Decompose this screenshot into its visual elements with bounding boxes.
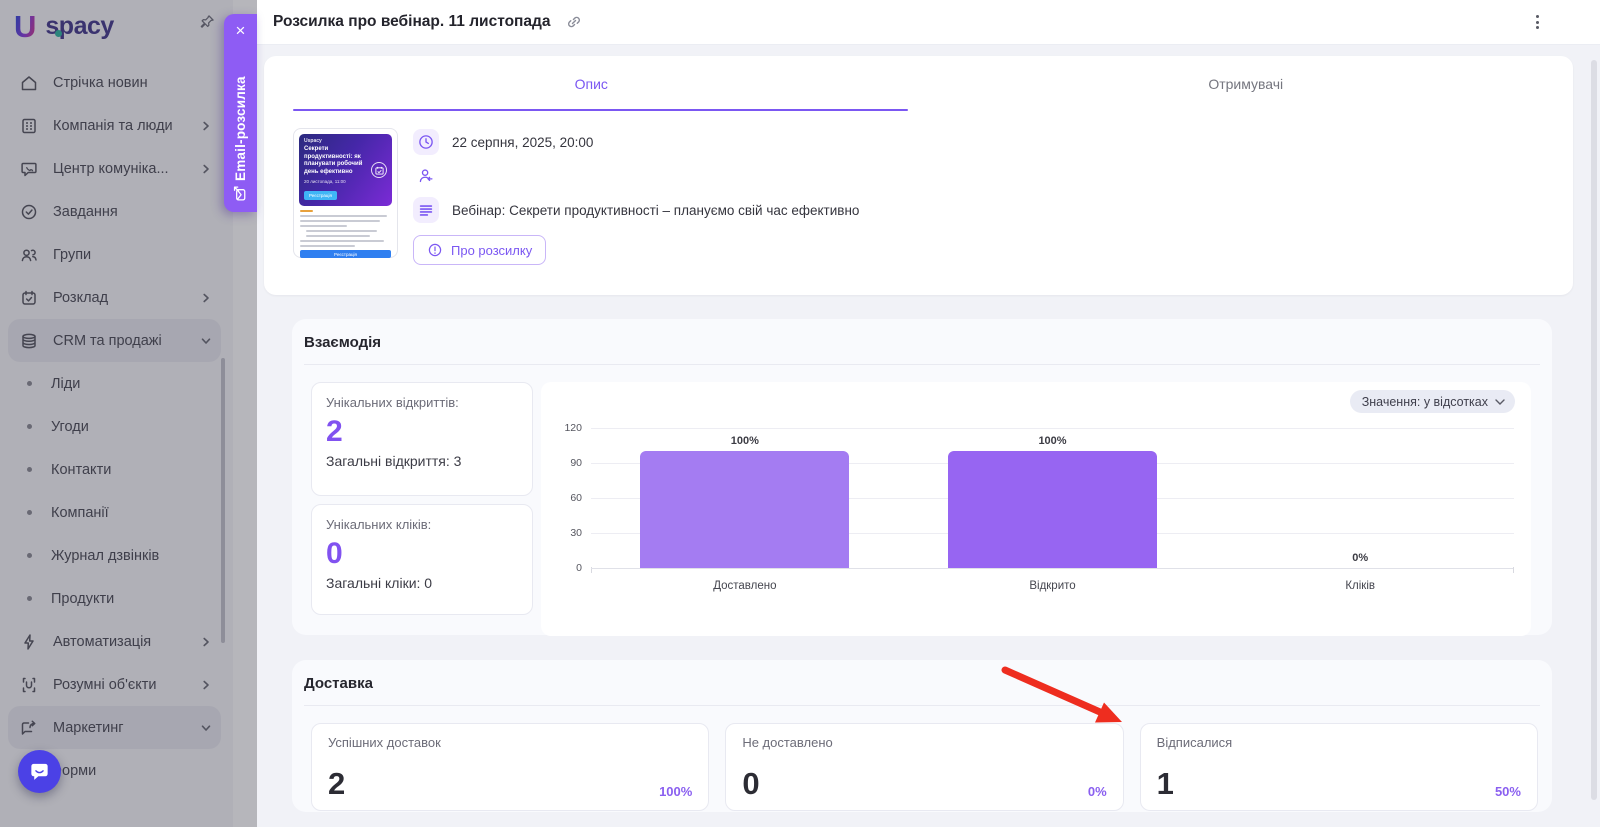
email-preview-thumbnail[interactable]: Uspacy Секрети продуктивності: як планув… xyxy=(293,128,398,258)
email-preview-hero: Uspacy Секрети продуктивності: як планув… xyxy=(299,134,392,206)
preview-title: Секрети продуктивності: як планувати роб… xyxy=(304,146,367,176)
tab-description[interactable]: Опис xyxy=(264,56,919,111)
delivered-percent: 100% xyxy=(659,784,692,799)
delivery-section: Доставка Успішних доставок 2 100% Не дос… xyxy=(292,660,1552,812)
unique-clicks-value: 0 xyxy=(326,539,518,569)
chart-bar[interactable] xyxy=(640,451,849,568)
chat-icon xyxy=(28,760,51,783)
email-tab-label: Email-розсилка xyxy=(233,47,248,181)
about-campaign-label: Про розсилку xyxy=(451,243,532,258)
more-actions-button[interactable] xyxy=(1532,11,1543,33)
unique-clicks-card: Унікальних кліків: 0 Загальні кліки: 0 xyxy=(311,504,533,615)
interaction-chart-card: Значення: у відсотках 0306090120100%100%… xyxy=(541,382,1531,636)
panel-header: Розсилка про вебінар. 11 листопада xyxy=(257,0,1600,45)
panel-body: Опис Отримувачі Uspacy Секрети продуктив… xyxy=(264,45,1573,812)
chart-bar[interactable] xyxy=(948,451,1157,568)
campaign-info: Uspacy Секрети продуктивності: як планув… xyxy=(264,111,1573,265)
x-axis-label: Кліків xyxy=(1206,580,1514,592)
total-clicks: Загальні кліки: 0 xyxy=(326,575,518,591)
chart-plot: 0306090120100%100%0% xyxy=(591,428,1514,568)
email-preview-body: Реєстрація xyxy=(299,206,392,258)
email-campaign-tab-handle[interactable]: × Email-розсилка xyxy=(224,14,257,212)
bar-slot: 0% xyxy=(1206,428,1514,568)
y-axis-tick: 30 xyxy=(570,527,582,539)
sent-datetime: 22 серпня, 2025, 20:00 xyxy=(452,135,593,150)
bar-slot: 100% xyxy=(899,428,1207,568)
unsubscribed-card: Відписалися 1 50% xyxy=(1140,723,1538,811)
delivered-card: Успішних доставок 2 100% xyxy=(311,723,709,811)
preview-cta-button: Реєстрація xyxy=(304,191,337,200)
values-unit-dropdown[interactable]: Значення: у відсотках xyxy=(1350,390,1515,413)
values-unit-label: Значення: у відсотках xyxy=(1362,395,1488,409)
delivery-title: Доставка xyxy=(304,660,1540,705)
interaction-stats: Унікальних відкриттів: 2 Загальні відкри… xyxy=(311,382,533,636)
y-axis-tick: 90 xyxy=(570,457,582,469)
y-axis-tick: 120 xyxy=(564,422,582,434)
app-root: U spacy Стрічка новинКомпанія та людиЦен… xyxy=(0,0,1600,827)
active-tab-indicator xyxy=(293,109,908,111)
campaign-panel: Розсилка про вебінар. 11 листопада Опис … xyxy=(257,0,1600,827)
not-delivered-value: 0 xyxy=(742,768,759,799)
unsubscribed-value: 1 xyxy=(1157,768,1174,799)
preview-date: 20 листопада, 11:00 xyxy=(304,179,387,184)
delivered-label: Успішних доставок xyxy=(328,735,692,750)
chart-categories: ДоставленоВідкритоКліків xyxy=(591,580,1514,592)
not-delivered-label: Не доставлено xyxy=(742,735,1106,750)
y-axis-tick: 60 xyxy=(570,492,582,504)
delivery-body: Успішних доставок 2 100% Не доставлено 0… xyxy=(304,706,1540,811)
y-axis-tick: 0 xyxy=(576,562,582,574)
unsubscribed-label: Відписалися xyxy=(1157,735,1521,750)
unique-opens-value: 2 xyxy=(326,417,518,447)
campaign-summary-card: Опис Отримувачі Uspacy Секрети продуктив… xyxy=(264,56,1573,295)
tab-bar: Опис Отримувачі xyxy=(264,56,1573,111)
gridline xyxy=(591,568,1514,569)
subject-row: Вебінар: Секрети продуктивності – планує… xyxy=(413,197,859,223)
subject-lines-icon xyxy=(413,197,439,223)
delivered-value: 2 xyxy=(328,768,345,799)
bar-value-label: 0% xyxy=(1352,552,1368,564)
panel-scrollbar[interactable] xyxy=(1591,60,1597,800)
info-icon xyxy=(427,242,443,258)
about-campaign-button[interactable]: Про розсилку xyxy=(413,235,546,265)
clock-icon xyxy=(413,129,439,155)
not-delivered-card: Не доставлено 0 0% xyxy=(725,723,1123,811)
tab-recipients[interactable]: Отримувачі xyxy=(919,56,1574,111)
preview-bottom-cta: Реєстрація xyxy=(300,250,391,258)
interaction-title: Взаємодія xyxy=(304,319,1540,364)
campaign-meta: 22 серпня, 2025, 20:00 Вебінар: Секрети xyxy=(413,128,859,265)
unsubscribed-percent: 50% xyxy=(1495,784,1521,799)
recipients-row xyxy=(413,163,859,189)
not-delivered-percent: 0% xyxy=(1088,784,1107,799)
chat-launcher-button[interactable] xyxy=(18,750,61,793)
unique-clicks-label: Унікальних кліків: xyxy=(326,517,518,532)
page-title: Розсилка про вебінар. 11 листопада xyxy=(273,13,551,31)
calendar-badge-icon xyxy=(371,162,387,178)
bar-slot: 100% xyxy=(591,428,899,568)
interaction-body: Унікальних відкриттів: 2 Загальні відкри… xyxy=(304,365,1540,636)
email-send-icon xyxy=(232,185,249,202)
close-icon[interactable]: × xyxy=(236,22,246,39)
recipients-icon xyxy=(413,163,439,189)
chart-bars: 100% 100% 0% xyxy=(591,428,1514,568)
interaction-section: Взаємодія Унікальних відкриттів: 2 Загал… xyxy=(292,319,1552,635)
campaign-subject: Вебінар: Секрети продуктивності – планує… xyxy=(452,203,859,218)
bar-value-label: 100% xyxy=(731,435,759,447)
bar-value-label: 100% xyxy=(1038,435,1066,447)
x-axis-label: Доставлено xyxy=(591,580,899,592)
sent-datetime-row: 22 серпня, 2025, 20:00 xyxy=(413,129,859,155)
modal-dim-overlay[interactable] xyxy=(0,0,257,827)
x-axis-label: Відкрито xyxy=(899,580,1207,592)
copy-link-icon[interactable] xyxy=(565,13,583,31)
preview-brand-logo: Uspacy xyxy=(304,138,387,144)
unique-opens-label: Унікальних відкриттів: xyxy=(326,395,518,410)
total-opens: Загальні відкриття: 3 xyxy=(326,453,518,469)
chevron-down-icon xyxy=(1495,399,1505,405)
unique-opens-card: Унікальних відкриттів: 2 Загальні відкри… xyxy=(311,382,533,496)
